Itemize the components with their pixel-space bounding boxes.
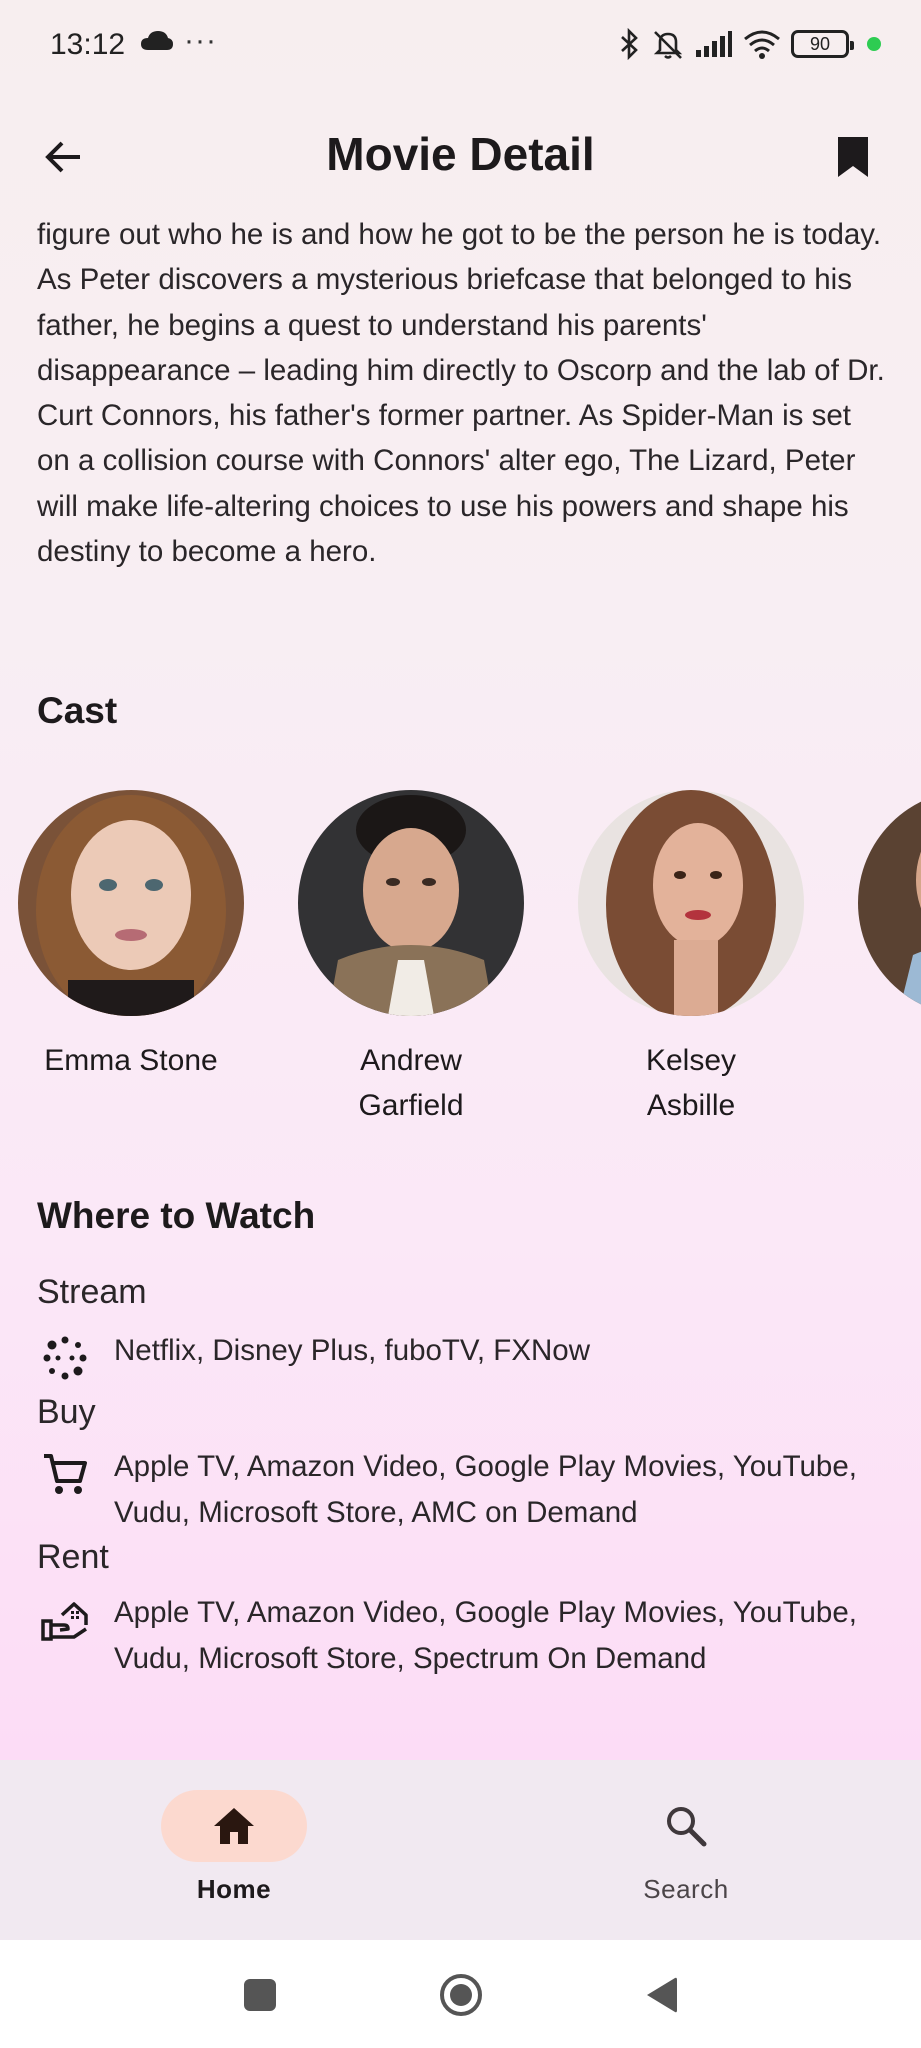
recent-apps-button[interactable] <box>235 1970 285 2020</box>
home-button[interactable] <box>436 1970 486 2020</box>
rent-icon <box>39 1594 91 1646</box>
cast-name: Kelsey Asbille <box>645 1044 737 1122</box>
status-dot <box>867 37 881 51</box>
bluetooth-icon <box>621 28 638 60</box>
cast-member[interactable]: Kelsey Asbille <box>571 790 811 1128</box>
home-icon <box>214 1808 254 1844</box>
cast-photo <box>858 790 921 1016</box>
cast-member[interactable]: Emma Stone <box>11 790 251 1083</box>
cast-list[interactable]: Emma Stone Andrew Garfield Kelsey Asbill… <box>0 790 921 1130</box>
nav-home-label: Home <box>196 1874 272 1904</box>
square-icon <box>244 1979 276 2011</box>
page-title: Movie Detail <box>326 128 595 180</box>
where-to-watch-heading: Where to Watch <box>37 1195 316 1236</box>
search-icon <box>667 1807 707 1847</box>
bookmark-button[interactable] <box>823 127 883 187</box>
more-notifications-icon: ··· <box>184 24 217 57</box>
buy-label: Buy <box>37 1393 96 1431</box>
cast-name: Emma Stone <box>44 1044 218 1077</box>
battery-indicator: 90 <box>791 30 854 58</box>
nav-search-label: Search <box>643 1874 729 1904</box>
buy-providers: Apple TV, Amazon Video, Google Play Movi… <box>114 1450 857 1529</box>
nav-home[interactable]: Home <box>124 1790 344 1905</box>
circle-icon <box>440 1974 482 2016</box>
bottom-navigation: Home Search <box>0 1760 921 1940</box>
bookmark-icon <box>838 137 868 177</box>
stream-label: Stream <box>37 1273 147 1311</box>
stream-icon <box>39 1332 91 1384</box>
cast-member[interactable]: C. <box>851 790 921 1083</box>
status-bar: 13:12 ··· 90 <box>0 0 921 92</box>
cloud-icon <box>141 31 173 50</box>
cast-member[interactable]: Andrew Garfield <box>291 790 531 1128</box>
cast-name: C. <box>851 1038 921 1083</box>
rent-label: Rent <box>37 1538 109 1576</box>
cast-name: Andrew Garfield <box>358 1044 464 1122</box>
status-icons: 90 <box>619 26 881 62</box>
nav-search-indicator <box>613 1790 759 1862</box>
battery-level: 90 <box>809 33 831 54</box>
wifi-icon <box>744 30 780 59</box>
cast-photo <box>18 790 244 1016</box>
triangle-back-icon <box>647 1977 677 2013</box>
cast-heading: Cast <box>37 690 118 731</box>
back-system-button[interactable] <box>636 1970 686 2020</box>
mute-bell-icon <box>653 31 683 59</box>
nav-search[interactable]: Search <box>576 1790 796 1905</box>
status-time: 13:12 <box>50 28 126 61</box>
cast-photo <box>298 790 524 1016</box>
cast-photo <box>578 790 804 1016</box>
system-navigation-bar <box>0 1940 921 2048</box>
stream-providers: Netflix, Disney Plus, fuboTV, FXNow <box>114 1334 591 1367</box>
nav-home-indicator <box>161 1790 307 1862</box>
overview-text: figure out who he is and how he got to b… <box>37 218 885 569</box>
signal-icon <box>696 31 732 57</box>
rent-providers: Apple TV, Amazon Video, Google Play Movi… <box>114 1596 857 1675</box>
top-app-bar: Movie Detail <box>0 105 921 200</box>
cart-icon <box>39 1448 91 1500</box>
